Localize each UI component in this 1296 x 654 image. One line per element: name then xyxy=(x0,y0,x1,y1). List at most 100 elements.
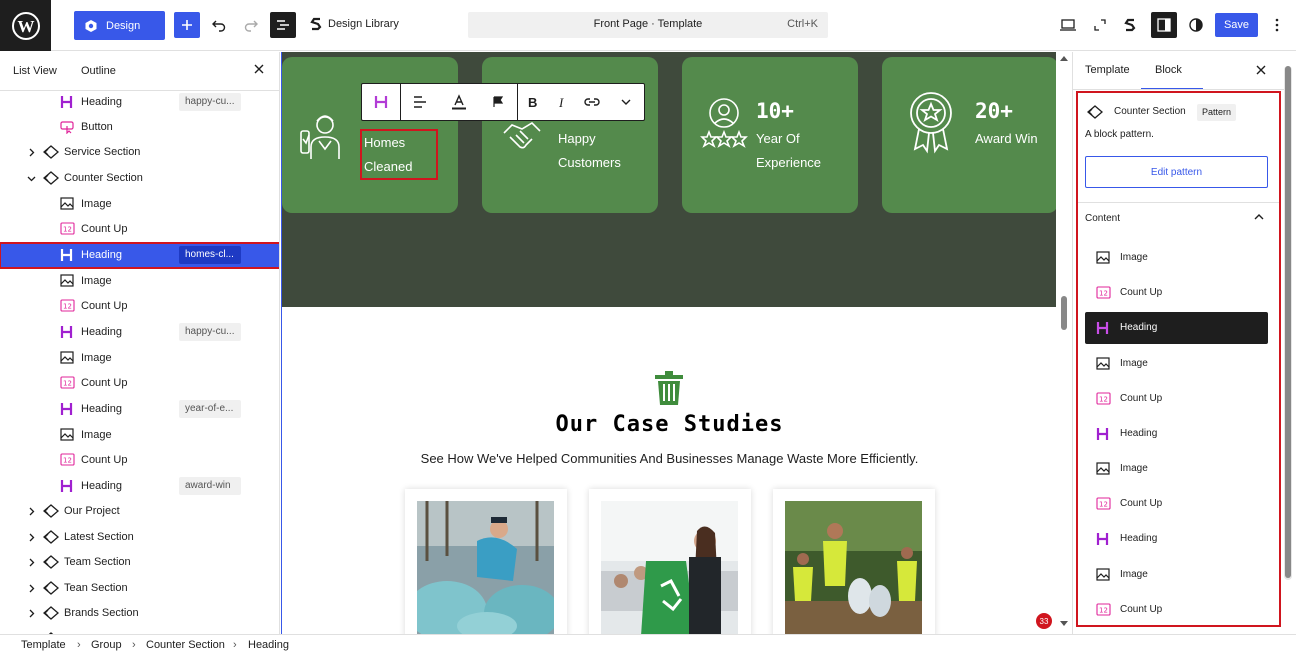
text-color-icon[interactable] xyxy=(439,84,479,120)
list-view-row[interactable]: Our Project xyxy=(0,499,279,524)
link-icon[interactable] xyxy=(576,84,608,120)
save-button[interactable]: Save xyxy=(1215,13,1258,37)
heading-block-icon[interactable] xyxy=(362,84,400,120)
list-view-row[interactable]: Heading year-of-e... xyxy=(0,397,279,422)
document-overview-icon[interactable] xyxy=(270,12,296,38)
counter-label-line1: Year Of xyxy=(756,131,800,146)
canvas-scrollbar[interactable] xyxy=(1057,52,1071,634)
add-block-button[interactable] xyxy=(174,12,200,38)
list-view-row[interactable]: 12 Count Up xyxy=(0,217,279,242)
close-icon[interactable] xyxy=(254,64,268,78)
list-view-row[interactable]: Heading happy-cu... xyxy=(0,90,279,115)
settings-sidebar-icon[interactable] xyxy=(1151,12,1177,38)
italic-icon[interactable]: I xyxy=(548,84,576,120)
edit-pattern-button[interactable]: Edit pattern xyxy=(1085,156,1268,188)
content-item-label: Image xyxy=(1120,463,1148,474)
list-view-row[interactable]: Image xyxy=(0,269,279,294)
content-item[interactable]: Heading xyxy=(1085,523,1268,555)
row-label: Heading xyxy=(81,96,122,108)
document-title: Front Page · Template xyxy=(593,18,703,30)
chevron-right-icon[interactable] xyxy=(27,609,36,618)
list-view-row[interactable]: Counter Section xyxy=(0,166,279,191)
list-view-row[interactable]: Heading award-win xyxy=(0,474,279,499)
chevron-right-icon[interactable] xyxy=(27,148,36,157)
design-library-button[interactable]: Design Library xyxy=(310,17,399,31)
chevron-right-icon[interactable] xyxy=(27,507,36,516)
notification-badge[interactable]: 33 xyxy=(1036,613,1052,629)
desktop-preview-icon[interactable] xyxy=(1056,13,1080,37)
content-item[interactable]: Image xyxy=(1085,348,1268,380)
options-icon[interactable] xyxy=(1265,13,1289,37)
fullscreen-icon[interactable] xyxy=(1088,13,1112,37)
counter-card[interactable]: 10+ Year Of Experience xyxy=(682,57,858,213)
design-button[interactable]: Design xyxy=(74,11,165,40)
chevron-down-icon[interactable] xyxy=(608,84,644,120)
content-item[interactable]: 12 Count Up xyxy=(1085,488,1268,520)
tab-outline[interactable]: Outline xyxy=(81,65,116,77)
case-study-card[interactable] xyxy=(405,489,567,634)
content-item[interactable]: 12 Count Up xyxy=(1085,277,1268,309)
list-view-row[interactable]: Image xyxy=(0,346,279,371)
counter-card[interactable]: 20+ Award Win xyxy=(882,57,1056,213)
list-view-row[interactable]: Button xyxy=(0,115,279,140)
tab-block[interactable]: Block xyxy=(1155,64,1182,76)
content-item[interactable]: Image xyxy=(1085,559,1268,591)
breadcrumb-item[interactable]: Counter Section xyxy=(146,639,225,651)
row-label: Service Section xyxy=(64,146,141,158)
list-view-row[interactable]: Team Section xyxy=(0,550,279,575)
redo-icon[interactable] xyxy=(239,13,263,37)
list-view-row[interactable]: 12 Count Up xyxy=(0,294,279,319)
row-label: Count Up xyxy=(81,454,128,466)
list-view-row[interactable]: Tean Section xyxy=(0,576,279,601)
heading-line1: Homes xyxy=(364,135,406,150)
content-item[interactable]: Heading xyxy=(1085,312,1268,344)
row-label: Team Section xyxy=(64,556,131,568)
design-icon xyxy=(84,19,98,33)
list-view-row[interactable]: Heading homes-cl... xyxy=(0,242,279,269)
heading-icon xyxy=(60,479,75,494)
close-icon[interactable] xyxy=(1256,65,1270,79)
breadcrumb: Template › Group › Counter Section › Hea… xyxy=(0,634,1296,654)
list-view-row[interactable]: Image xyxy=(0,423,279,448)
content-item[interactable]: 12 Count Up xyxy=(1085,594,1268,626)
chevron-down-icon[interactable] xyxy=(27,174,36,183)
list-view-row[interactable]: Blogs Section xyxy=(0,627,279,634)
list-view-row[interactable]: Latest Section xyxy=(0,525,279,550)
undo-icon[interactable] xyxy=(207,13,231,37)
list-view-row[interactable]: Heading happy-cu... xyxy=(0,320,279,345)
heading-icon xyxy=(60,402,75,417)
row-label: Image xyxy=(81,352,112,364)
flag-icon[interactable] xyxy=(479,84,517,120)
list-view-row[interactable]: Service Section xyxy=(0,140,279,165)
case-study-card[interactable] xyxy=(589,489,751,634)
tab-template[interactable]: Template xyxy=(1085,64,1130,76)
content-item[interactable]: Image xyxy=(1085,242,1268,274)
row-label: Image xyxy=(81,198,112,210)
list-view-row[interactable]: 12 Count Up xyxy=(0,371,279,396)
selected-heading-block[interactable]: Homes Cleaned xyxy=(360,129,438,180)
list-view-row[interactable]: Brands Section xyxy=(0,601,279,626)
content-item[interactable]: 12 Count Up xyxy=(1085,383,1268,415)
spectra-icon[interactable] xyxy=(1118,13,1142,37)
tab-list-view[interactable]: List View xyxy=(13,65,57,77)
content-item[interactable]: Heading xyxy=(1085,418,1268,450)
row-label: Heading xyxy=(81,480,122,492)
breadcrumb-item[interactable]: Template xyxy=(21,639,66,651)
align-left-icon[interactable] xyxy=(401,84,439,120)
content-item-label: Count Up xyxy=(1120,604,1163,615)
chevron-right-icon[interactable] xyxy=(27,533,36,542)
list-view-row[interactable]: 12 Count Up xyxy=(0,448,279,473)
list-view-row[interactable]: Image xyxy=(0,192,279,217)
chevron-right-icon[interactable] xyxy=(27,558,36,567)
breadcrumb-item[interactable]: Group xyxy=(91,639,122,651)
counter-card[interactable]: Happy Customers xyxy=(482,57,658,213)
wordpress-logo-icon[interactable]: W xyxy=(0,0,51,51)
chevron-up-icon[interactable] xyxy=(1254,214,1264,220)
styles-icon[interactable] xyxy=(1184,13,1208,37)
command-palette-bar[interactable]: Front Page · Template Ctrl+K xyxy=(468,12,828,38)
panel-scrollbar[interactable] xyxy=(1284,66,1292,580)
content-item[interactable]: Image xyxy=(1085,453,1268,485)
chevron-right-icon[interactable] xyxy=(27,584,36,593)
bold-icon[interactable]: B xyxy=(518,84,548,120)
case-study-card[interactable] xyxy=(773,489,935,634)
